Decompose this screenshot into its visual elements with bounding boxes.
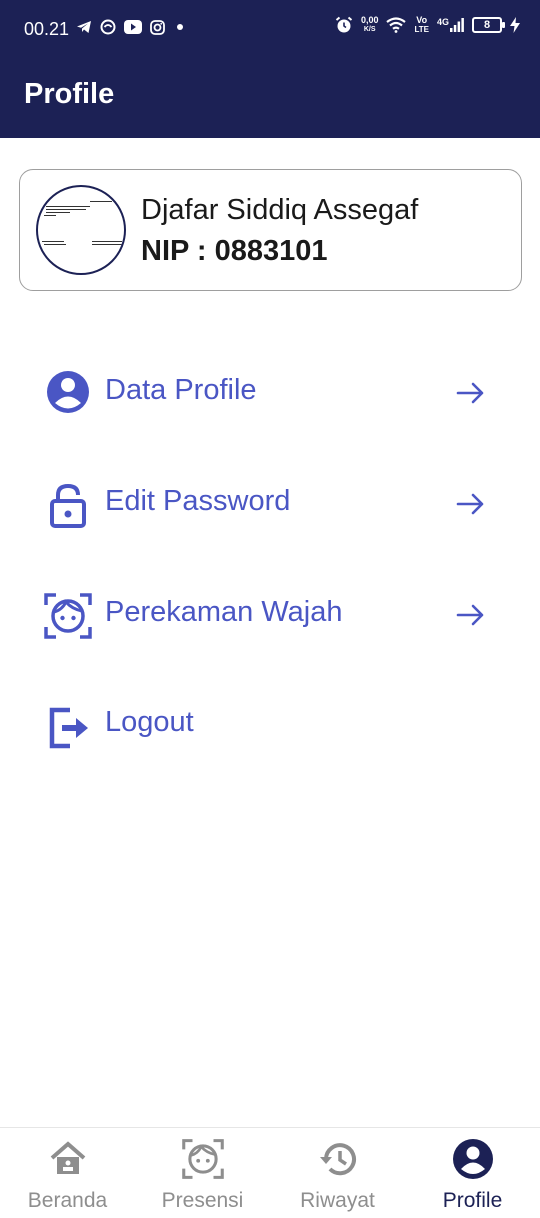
profile-card: Djafar Siddiq Assegaf NIP : 0883101 xyxy=(19,169,522,291)
nav-item-presensi[interactable]: Presensi xyxy=(135,1128,270,1218)
menu-item-data-profile[interactable]: Data Profile xyxy=(0,352,540,432)
battery-indicator: 8 xyxy=(472,17,505,33)
volte-indicator: Vo LTE xyxy=(414,15,429,35)
menu-item-perekaman-wajah[interactable]: Perekaman Wajah xyxy=(0,574,540,654)
cell-signal: 4G xyxy=(437,18,464,32)
nav-item-profile[interactable]: Profile xyxy=(405,1128,540,1218)
face-scan-icon xyxy=(44,593,92,639)
nav-label: Presensi xyxy=(161,1189,244,1212)
lock-open-icon xyxy=(50,483,86,528)
logout-icon xyxy=(49,707,88,749)
status-bar: 00.21 0,00 K/S Vo LTE 4G 8 xyxy=(0,0,540,60)
bubble-icon xyxy=(100,19,116,35)
avatar xyxy=(36,185,126,275)
app-bar: 00.21 0,00 K/S Vo LTE 4G 8 Profile xyxy=(0,0,540,138)
bottom-navigation: Beranda Presensi Riwayat Profile xyxy=(0,1127,540,1218)
nav-label: Beranda xyxy=(27,1189,108,1212)
status-notification-icons xyxy=(76,19,187,35)
nav-label: Profile xyxy=(442,1189,503,1212)
home-icon xyxy=(50,1141,86,1174)
arrow-right-icon xyxy=(456,382,484,404)
menu-item-label: Logout xyxy=(105,706,194,738)
profile-nip: NIP : 0883101 xyxy=(141,235,328,267)
alarm-icon xyxy=(335,16,353,33)
nav-item-riwayat[interactable]: Riwayat xyxy=(270,1128,405,1218)
wifi-icon xyxy=(386,17,407,33)
menu-item-label: Data Profile xyxy=(105,374,257,406)
net-speed: 0,00 K/S xyxy=(360,15,379,34)
account-circle-icon xyxy=(453,1139,493,1179)
profile-name: Djafar Siddiq Assegaf xyxy=(141,194,419,226)
status-system-icons: 0,00 K/S Vo LTE 4G 8 xyxy=(335,16,520,34)
history-icon xyxy=(320,1143,356,1176)
instagram-icon xyxy=(150,19,165,35)
menu-item-label: Perekaman Wajah xyxy=(105,596,343,628)
arrow-right-icon xyxy=(456,604,484,626)
page-title: Profile xyxy=(24,78,115,110)
nav-label: Riwayat xyxy=(300,1189,375,1212)
dot-icon xyxy=(177,24,183,30)
menu-item-label: Edit Password xyxy=(105,485,291,517)
menu-item-edit-password[interactable]: Edit Password xyxy=(0,463,540,543)
telegram-icon xyxy=(77,21,91,33)
nav-item-beranda[interactable]: Beranda xyxy=(0,1128,135,1218)
charging-icon xyxy=(510,17,520,33)
youtube-icon xyxy=(124,20,142,34)
arrow-right-icon xyxy=(456,493,484,515)
signal-icon xyxy=(450,18,464,32)
account-circle-icon xyxy=(47,371,89,413)
status-time: 00.21 xyxy=(24,19,70,39)
menu-item-logout[interactable]: Logout xyxy=(0,684,540,764)
face-scan-icon xyxy=(182,1139,224,1179)
